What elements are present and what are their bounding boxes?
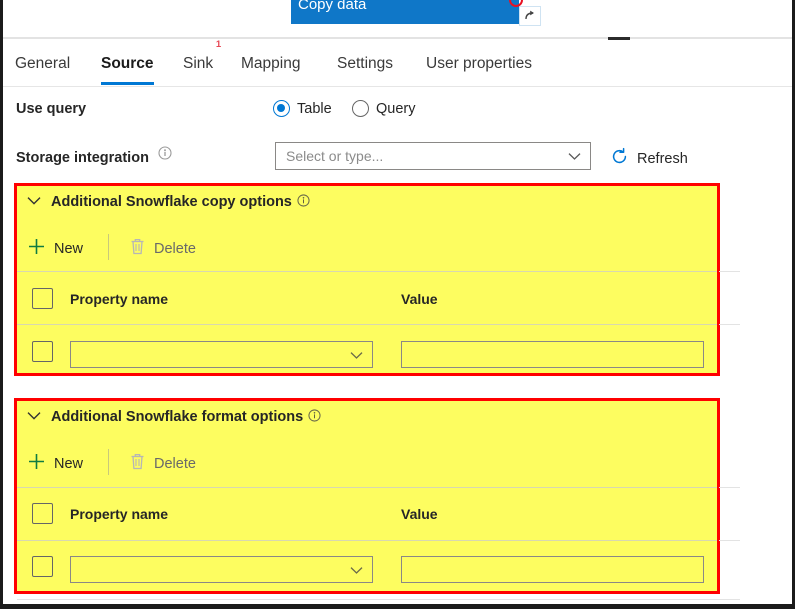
- property-value-input[interactable]: [401, 341, 704, 368]
- header-divider: [3, 37, 792, 39]
- section-copy-options-title: Additional Snowflake copy options: [51, 194, 292, 210]
- delete-copy-option-button[interactable]: Delete: [130, 238, 196, 259]
- info-icon[interactable]: [308, 408, 321, 426]
- section-format-options-header[interactable]: Additional Snowflake format options: [27, 406, 321, 428]
- refresh-icon: [610, 147, 629, 170]
- section-format-options-title: Additional Snowflake format options: [51, 409, 304, 425]
- info-icon[interactable]: [158, 146, 172, 164]
- storage-integration-placeholder: Select or type...: [286, 148, 384, 164]
- property-name-combobox[interactable]: [70, 341, 373, 368]
- column-header-value: Value: [401, 291, 438, 307]
- radio-table[interactable]: Table: [273, 100, 332, 117]
- storage-integration-combobox[interactable]: Select or type...: [275, 142, 591, 170]
- tab-strip: General Source Sink 1 Mapping Settings U…: [3, 40, 792, 86]
- delete-format-option-label: Delete: [154, 455, 196, 472]
- delete-format-option-button[interactable]: Delete: [130, 453, 196, 474]
- plus-icon: [28, 238, 45, 259]
- new-copy-option-button[interactable]: New: [28, 238, 83, 259]
- plus-icon: [28, 453, 45, 474]
- activity-title-text: Copy data: [298, 0, 367, 13]
- grid-divider-outside: [719, 487, 740, 488]
- column-header-value: Value: [401, 506, 438, 522]
- property-value-input[interactable]: [401, 556, 704, 583]
- new-format-option-label: New: [54, 455, 84, 472]
- tab-source-label: Source: [101, 55, 154, 72]
- property-name-combobox[interactable]: [70, 556, 373, 583]
- grid-divider-outside: [719, 540, 740, 541]
- use-query-label: Use query: [16, 101, 86, 117]
- tab-strip-divider: [3, 86, 792, 87]
- tab-general-label: General: [15, 55, 71, 72]
- storage-integration-label-text: Storage integration: [16, 150, 149, 166]
- radio-table-label: Table: [297, 100, 332, 117]
- chevron-down-icon[interactable]: [568, 148, 581, 164]
- select-all-checkbox[interactable]: [32, 503, 53, 524]
- tab-settings[interactable]: Settings: [337, 44, 393, 86]
- tab-mapping-label: Mapping: [241, 55, 301, 72]
- grid-divider: [17, 271, 717, 272]
- refresh-label: Refresh: [637, 150, 688, 167]
- new-copy-option-label: New: [54, 240, 84, 257]
- tab-sink-badge: 1: [215, 39, 222, 50]
- tab-source[interactable]: Source: [101, 44, 154, 86]
- trash-icon: [130, 238, 145, 259]
- open-in-new-icon[interactable]: [519, 6, 541, 26]
- chevron-down-icon[interactable]: [350, 562, 363, 578]
- section-copy-options-header[interactable]: Additional Snowflake copy options: [27, 191, 310, 213]
- grid-divider: [17, 540, 717, 541]
- row-select-checkbox[interactable]: [32, 341, 53, 362]
- page-bottom-divider: [17, 599, 740, 600]
- chevron-down-icon[interactable]: [27, 409, 41, 425]
- toolbar-separator: [108, 449, 109, 475]
- tab-general[interactable]: General: [15, 44, 70, 86]
- select-all-checkbox[interactable]: [32, 288, 53, 309]
- storage-integration-label: Storage integration: [16, 146, 172, 166]
- use-query-label-text: Use query: [16, 101, 87, 117]
- tab-user-properties[interactable]: User properties: [426, 44, 532, 86]
- delete-copy-option-label: Delete: [154, 240, 196, 257]
- grid-divider: [17, 324, 717, 325]
- info-icon[interactable]: [297, 193, 310, 211]
- radio-query-control[interactable]: [352, 100, 369, 117]
- toolbar-separator: [108, 234, 109, 260]
- copy-data-activity-panel: Copy data General Source Sink 1 Mapping …: [0, 0, 795, 609]
- column-header-property-name: Property name: [70, 291, 169, 307]
- tab-sink-label: Sink: [183, 55, 214, 72]
- window-frame-left-edge: [0, 0, 3, 609]
- tab-sink[interactable]: Sink 1: [183, 40, 221, 86]
- new-format-option-button[interactable]: New: [28, 453, 83, 474]
- radio-query-label: Query: [376, 100, 416, 117]
- column-header-property-name: Property name: [70, 506, 169, 522]
- tab-mapping[interactable]: Mapping: [241, 44, 300, 86]
- refresh-button[interactable]: Refresh: [610, 147, 688, 170]
- grid-divider: [17, 487, 717, 488]
- trash-icon: [130, 453, 145, 474]
- radio-query[interactable]: Query: [352, 100, 416, 117]
- tab-settings-label: Settings: [337, 55, 394, 72]
- activity-title-chip[interactable]: Copy data: [291, 0, 519, 24]
- minimize-icon[interactable]: [608, 37, 630, 40]
- grid-divider-outside: [719, 324, 740, 325]
- chevron-down-icon[interactable]: [350, 347, 363, 363]
- grid-divider-outside: [719, 271, 740, 272]
- radio-table-control[interactable]: [273, 100, 290, 117]
- row-select-checkbox[interactable]: [32, 556, 53, 577]
- chevron-down-icon[interactable]: [27, 194, 41, 210]
- tab-user-properties-label: User properties: [426, 55, 532, 72]
- window-frame-bottom-edge: [0, 604, 795, 609]
